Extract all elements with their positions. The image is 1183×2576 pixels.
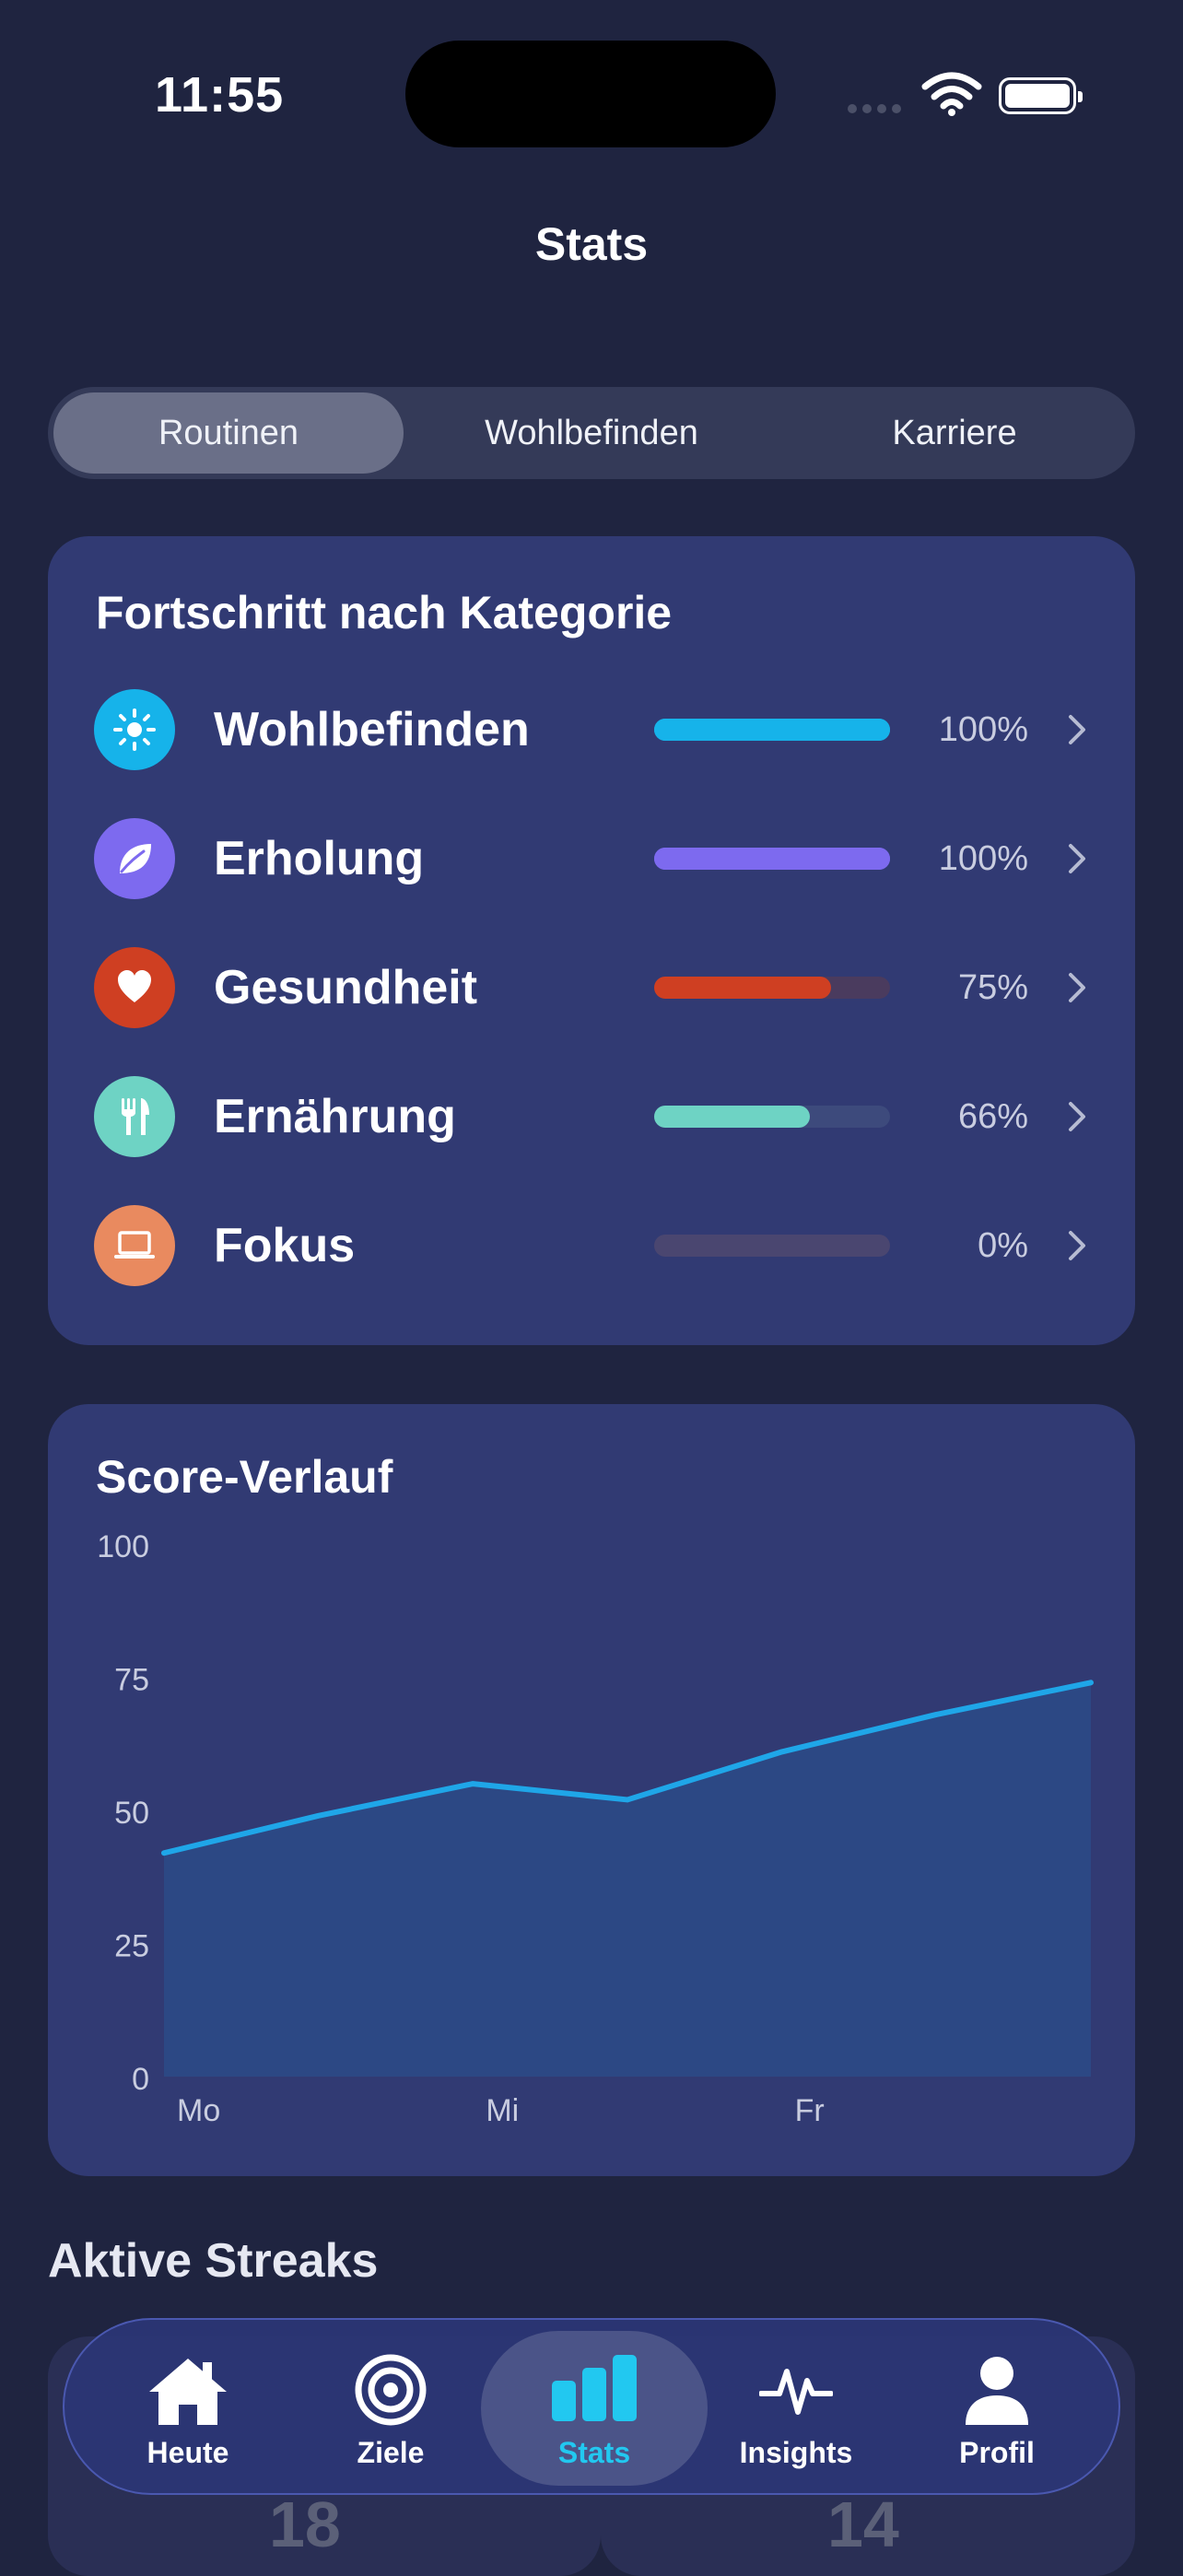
category-percent: 0% bbox=[978, 1226, 1028, 1265]
progress-bar bbox=[654, 1235, 890, 1257]
tab-label: Stats bbox=[557, 2436, 631, 2469]
page-title: Stats bbox=[534, 218, 649, 270]
category-row-erholung[interactable]: Erholung 100% bbox=[48, 814, 1135, 903]
score-history-card: Score-Verlauf 100 75 50 25 0 Mo Mi Fr bbox=[48, 1404, 1135, 2176]
status-time: 11:55 bbox=[155, 67, 285, 123]
heart-icon bbox=[94, 947, 175, 1028]
tab-label: Heute bbox=[146, 2436, 229, 2469]
segment-wohlbefinden[interactable]: Wohlbefinden bbox=[416, 392, 767, 474]
category-progress-card: Fortschritt nach Kategorie Wohlbefinden … bbox=[48, 536, 1135, 1345]
segment-karriere[interactable]: Karriere bbox=[779, 392, 1130, 474]
tab-label: Ziele bbox=[357, 2436, 425, 2469]
fork-knife-icon bbox=[94, 1076, 175, 1157]
tab-ziele[interactable]: Ziele bbox=[299, 2320, 483, 2497]
streaks-section-title: Aktive Streaks bbox=[48, 2234, 379, 2288]
dynamic-island bbox=[405, 41, 776, 147]
wifi-icon bbox=[921, 72, 982, 116]
area-fill bbox=[164, 1682, 1091, 2077]
tab-label: Profil bbox=[959, 2436, 1035, 2469]
y-tick-label: 0 bbox=[132, 2062, 149, 2097]
target-icon bbox=[355, 2354, 427, 2426]
category-row-gesundheit[interactable]: Gesundheit 75% bbox=[48, 943, 1135, 1032]
progress-fill bbox=[654, 977, 831, 999]
x-tick-label: Fr bbox=[795, 2093, 825, 2128]
category-percent: 75% bbox=[957, 968, 1028, 1007]
progress-fill bbox=[654, 848, 890, 870]
tab-heute[interactable]: Heute bbox=[96, 2320, 280, 2497]
progress-bar bbox=[654, 1106, 890, 1128]
category-row-ernaehrung[interactable]: Ernährung 66% bbox=[48, 1072, 1135, 1161]
progress-bar bbox=[654, 977, 890, 999]
tab-insights[interactable]: Insights bbox=[704, 2320, 888, 2497]
segmented-control: Routinen Wohlbefinden Karriere bbox=[48, 387, 1135, 479]
progress-bar bbox=[654, 719, 890, 741]
category-percent: 100% bbox=[938, 710, 1028, 749]
pulse-icon bbox=[759, 2369, 833, 2415]
progress-fill bbox=[654, 719, 890, 741]
tab-bar: Heute Ziele Stats Insights Profil bbox=[63, 2318, 1120, 2495]
x-tick-label: Mo bbox=[177, 2093, 220, 2128]
category-percent: 100% bbox=[938, 839, 1028, 878]
sun-icon bbox=[94, 689, 175, 770]
chevron-right-icon bbox=[1069, 1102, 1085, 1131]
category-label: Wohlbefinden bbox=[214, 703, 530, 756]
y-tick-label: 50 bbox=[114, 1796, 149, 1831]
category-card-title: Fortschritt nach Kategorie bbox=[96, 587, 673, 638]
streak-count: 14 bbox=[827, 2488, 899, 2560]
score-chart: 100 75 50 25 0 Mo Mi Fr bbox=[97, 1529, 1094, 2128]
laptop-icon bbox=[94, 1205, 175, 1286]
category-label: Ernährung bbox=[214, 1090, 456, 1143]
category-label: Erholung bbox=[214, 832, 425, 885]
battery-icon bbox=[999, 77, 1083, 114]
y-tick-label: 25 bbox=[114, 1929, 149, 1964]
progress-bar bbox=[654, 848, 890, 870]
chevron-right-icon bbox=[1069, 715, 1085, 744]
tab-label: Insights bbox=[739, 2436, 853, 2469]
y-tick-label: 100 bbox=[97, 1529, 149, 1564]
status-bar: 11:55 bbox=[0, 0, 1183, 193]
x-tick-label: Mi bbox=[486, 2093, 519, 2128]
leaf-icon bbox=[94, 818, 175, 899]
category-percent: 66% bbox=[957, 1097, 1028, 1136]
segment-routinen[interactable]: Routinen bbox=[53, 392, 404, 474]
chevron-right-icon bbox=[1069, 973, 1085, 1002]
tab-stats[interactable]: Stats bbox=[481, 2331, 708, 2486]
tab-profil[interactable]: Profil bbox=[905, 2320, 1089, 2497]
progress-fill bbox=[654, 1106, 810, 1128]
category-label: Gesundheit bbox=[214, 961, 478, 1014]
bar-chart-icon bbox=[552, 2355, 637, 2421]
category-row-wohlbefinden[interactable]: Wohlbefinden 100% bbox=[48, 685, 1135, 774]
y-tick-label: 75 bbox=[114, 1663, 149, 1698]
category-row-fokus[interactable]: Fokus 0% bbox=[48, 1201, 1135, 1290]
person-icon bbox=[966, 2357, 1028, 2425]
cellular-signal-icon bbox=[848, 101, 907, 118]
category-label: Fokus bbox=[214, 1219, 356, 1272]
house-icon bbox=[149, 2359, 227, 2425]
chevron-right-icon bbox=[1069, 844, 1085, 873]
chevron-right-icon bbox=[1069, 1231, 1085, 1260]
streak-count: 18 bbox=[269, 2488, 341, 2560]
